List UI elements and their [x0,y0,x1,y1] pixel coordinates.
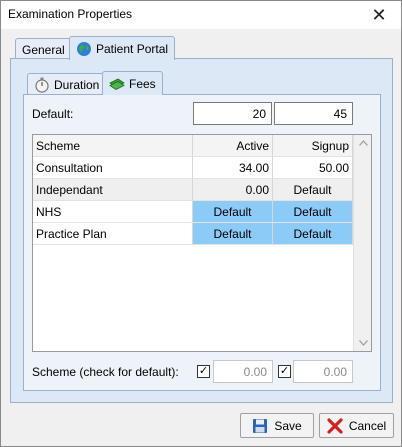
checkmark-icon: ✓ [279,365,290,377]
column-header-active[interactable]: Active [193,135,273,157]
save-button[interactable]: Save [240,413,314,438]
scroll-down-icon[interactable] [354,335,371,351]
table-row[interactable]: Consultation 34.00 50.00 [33,157,353,179]
fees-grid: Scheme Active Signup Consultation 34.00 … [32,134,372,352]
scheme-default-label: Scheme (check for default): [32,365,179,379]
tab-general-label: General [22,42,65,57]
save-label: Save [274,418,302,433]
column-header-signup[interactable]: Signup [273,135,353,157]
tab-general[interactable]: General [15,38,72,60]
title-bar: Examination Properties ✕ [1,1,401,29]
cancel-button[interactable]: Cancel [319,413,394,438]
tab-fees-label: Fees [129,76,156,91]
tab-duration-label: Duration [54,77,100,92]
vertical-scrollbar[interactable] [353,135,371,351]
tab-patient-portal-label: Patient Portal [96,41,169,56]
close-icon: ✕ [371,4,387,25]
tab-fees[interactable]: Fees [102,71,163,95]
column-header-scheme[interactable]: Scheme [33,135,193,157]
table-row[interactable]: Practice Plan Default Default [33,223,353,245]
signup-cell[interactable]: Default [273,223,353,245]
signup-cell[interactable]: 50.00 [273,157,353,179]
floppy-disk-icon [252,418,268,434]
signup-cell[interactable]: Default [273,179,353,201]
cancel-label: Cancel [348,418,387,433]
scheme-cell[interactable]: Independant [33,179,193,201]
scheme-active-input[interactable]: 0.00 [213,360,273,383]
globe-icon [76,41,92,57]
money-icon [109,76,125,92]
default-signup-input[interactable]: 45 [274,102,353,125]
active-cell[interactable]: 0.00 [193,179,273,201]
window-title: Examination Properties [8,7,133,21]
close-button[interactable]: ✕ [357,1,401,29]
scheme-cell[interactable]: Practice Plan [33,223,193,245]
red-x-icon [327,417,343,434]
default-label: Default: [32,107,74,121]
stopwatch-icon [34,77,50,93]
scheme-signup-input[interactable]: 0.00 [293,360,353,383]
scheme-cell[interactable]: Consultation [33,157,193,179]
table-row[interactable]: NHS Default Default [33,201,353,223]
checkmark-icon: ✓ [198,365,209,377]
scheme-cell[interactable]: NHS [33,201,193,223]
scroll-up-icon[interactable] [354,135,371,151]
default-active-input[interactable]: 20 [193,102,272,125]
active-cell[interactable]: 34.00 [193,157,273,179]
grid-header: Scheme Active Signup [33,135,353,157]
signup-default-checkbox[interactable]: ✓ [278,365,291,378]
active-cell[interactable]: Default [193,223,273,245]
active-default-checkbox[interactable]: ✓ [197,365,210,378]
active-cell[interactable]: Default [193,201,273,223]
table-row[interactable]: Independant 0.00 Default [33,179,353,201]
signup-cell[interactable]: Default [273,201,353,223]
examination-properties-dialog: Examination Properties ✕ General Patient… [0,0,402,447]
tab-duration[interactable]: Duration [27,73,107,95]
tab-patient-portal[interactable]: Patient Portal [69,36,176,60]
